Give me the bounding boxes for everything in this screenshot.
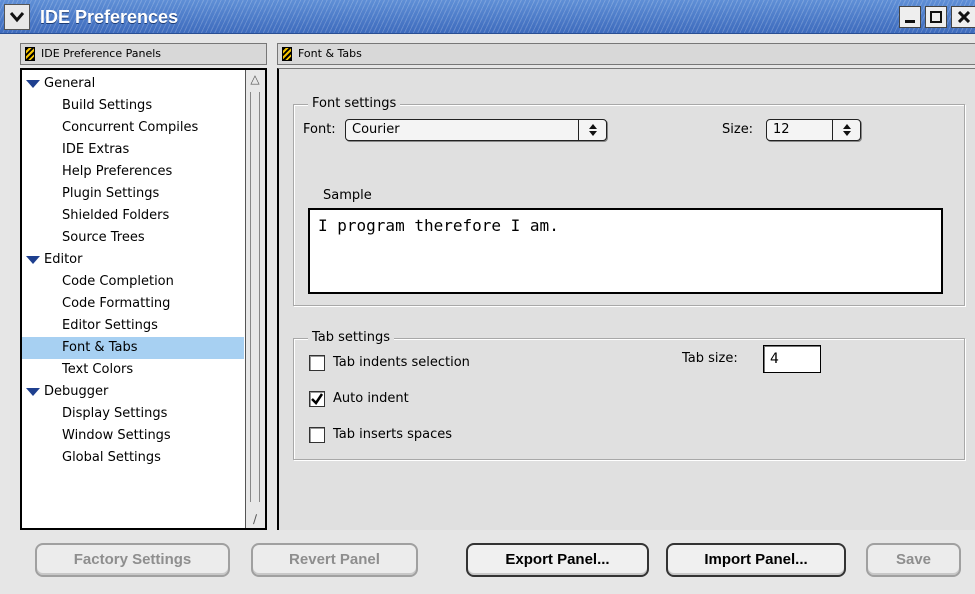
- size-popup-value: 12: [773, 122, 790, 137]
- tree-item[interactable]: Plugin Settings: [22, 183, 244, 205]
- close-icon: [957, 11, 970, 23]
- import-panel-button[interactable]: Import Panel...: [666, 543, 846, 577]
- tab-indents-selection-label: Tab indents selection: [333, 355, 470, 370]
- tree-item-label: Global Settings: [62, 450, 161, 465]
- tree-item-label: Code Formatting: [62, 296, 171, 311]
- save-button[interactable]: Save: [866, 543, 961, 577]
- tree-item[interactable]: Editor Settings: [22, 315, 244, 337]
- minimize-icon: [905, 20, 915, 23]
- tab-settings-group-label: Tab settings: [308, 329, 394, 347]
- tree-item[interactable]: IDE Extras: [22, 139, 244, 161]
- tree-group[interactable]: Debugger: [22, 381, 244, 403]
- factory-settings-button[interactable]: Factory Settings: [35, 543, 230, 577]
- tree-item-label: Editor Settings: [62, 318, 158, 333]
- tree-item-label: Window Settings: [62, 428, 171, 443]
- preference-panels-tree: General Build Settings Concurrent Compiles…: [20, 68, 267, 530]
- tree-item[interactable]: Code Formatting: [22, 293, 244, 315]
- tree-list: General Build Settings Concurrent Compiles…: [22, 73, 244, 469]
- tree-group[interactable]: Editor: [22, 249, 244, 271]
- tree-item-label: Debugger: [44, 384, 109, 399]
- tab-size-value: 4: [770, 351, 779, 367]
- auto-indent-label: Auto indent: [333, 391, 409, 406]
- tree-item-label: General: [44, 76, 96, 91]
- sample-group-label: Sample: [319, 185, 376, 207]
- title-bar: IDE Preferences: [0, 0, 975, 34]
- tree-group[interactable]: General: [22, 73, 244, 95]
- tab-inserts-spaces-label: Tab inserts spaces: [333, 427, 453, 442]
- current-panel-header: Font & Tabs: [277, 43, 975, 65]
- scroll-track[interactable]: [250, 92, 260, 502]
- maximize-button[interactable]: [925, 6, 947, 28]
- tree-item-label: Code Completion: [62, 274, 174, 289]
- sample-text-box: I program therefore I am.: [308, 208, 943, 294]
- tree-item-label: Concurrent Compiles: [62, 120, 199, 135]
- tree-item-label: Text Colors: [62, 362, 134, 377]
- minimize-button[interactable]: [899, 6, 921, 28]
- updown-arrows-icon: [578, 120, 606, 140]
- panel-icon: [25, 47, 35, 61]
- font-tabs-panel: Font settings Font: Courier Size: 12 Sam…: [277, 68, 975, 530]
- tree-item-label: Editor: [44, 252, 83, 267]
- export-panel-button[interactable]: Export Panel...: [466, 543, 649, 577]
- tab-size-field[interactable]: 4: [763, 345, 821, 373]
- auto-indent-checkbox[interactable]: [309, 391, 325, 407]
- tree-item-label: Build Settings: [62, 98, 153, 113]
- tree-item[interactable]: Display Settings: [22, 403, 244, 425]
- preference-panels-header-label: IDE Preference Panels: [41, 47, 162, 60]
- font-popup-value: Courier: [352, 122, 400, 137]
- disclosure-triangle-icon[interactable]: [26, 256, 40, 264]
- tree-item-label: Plugin Settings: [62, 186, 160, 201]
- disclosure-triangle-icon[interactable]: [26, 80, 40, 88]
- tree-scrollbar[interactable]: △ ∕: [245, 70, 265, 528]
- tree-item-label: Source Trees: [62, 230, 145, 245]
- tree-item-label: Shielded Folders: [62, 208, 170, 223]
- size-popup[interactable]: 12: [766, 119, 861, 141]
- tree-item-label: Help Preferences: [62, 164, 173, 179]
- updown-arrows-icon: [832, 120, 860, 140]
- tab-indents-selection-checkbox[interactable]: [309, 355, 325, 371]
- panel-icon: [282, 47, 292, 61]
- tree-item[interactable]: Font & Tabs: [22, 337, 244, 359]
- tree-item[interactable]: Build Settings: [22, 95, 244, 117]
- size-label: Size:: [722, 122, 754, 137]
- window-menu-button[interactable]: [4, 4, 30, 30]
- font-settings-group-label: Font settings: [308, 95, 401, 113]
- scroll-up-arrow-icon[interactable]: △: [249, 72, 261, 86]
- tab-inserts-spaces-checkbox[interactable]: [309, 427, 325, 443]
- tab-size-label: Tab size:: [682, 351, 738, 366]
- tree-item[interactable]: Source Trees: [22, 227, 244, 249]
- tree-item[interactable]: Window Settings: [22, 425, 244, 447]
- tree-item-label: Font & Tabs: [62, 340, 138, 355]
- font-popup[interactable]: Courier: [345, 119, 607, 141]
- tree-item[interactable]: Concurrent Compiles: [22, 117, 244, 139]
- revert-panel-button[interactable]: Revert Panel: [251, 543, 418, 577]
- chevron-down-icon: [9, 12, 25, 23]
- tree-item[interactable]: Shielded Folders: [22, 205, 244, 227]
- tree-item[interactable]: Global Settings: [22, 447, 244, 469]
- checkmark-icon: [311, 393, 324, 405]
- tree-item[interactable]: Help Preferences: [22, 161, 244, 183]
- font-label: Font:: [303, 122, 336, 137]
- disclosure-triangle-icon[interactable]: [26, 388, 40, 396]
- preference-panels-header: IDE Preference Panels: [20, 43, 267, 65]
- tree-item[interactable]: Code Completion: [22, 271, 244, 293]
- tree-item-label: Display Settings: [62, 406, 168, 421]
- window-title: IDE Preferences: [40, 7, 179, 27]
- current-panel-header-label: Font & Tabs: [298, 47, 362, 60]
- sample-text: I program therefore I am.: [318, 216, 559, 235]
- scroll-down-arrow-icon[interactable]: ∕: [249, 512, 261, 526]
- maximize-icon: [930, 11, 942, 23]
- tree-item-label: IDE Extras: [62, 142, 130, 157]
- tree-item[interactable]: Text Colors: [22, 359, 244, 381]
- close-button[interactable]: [951, 6, 975, 28]
